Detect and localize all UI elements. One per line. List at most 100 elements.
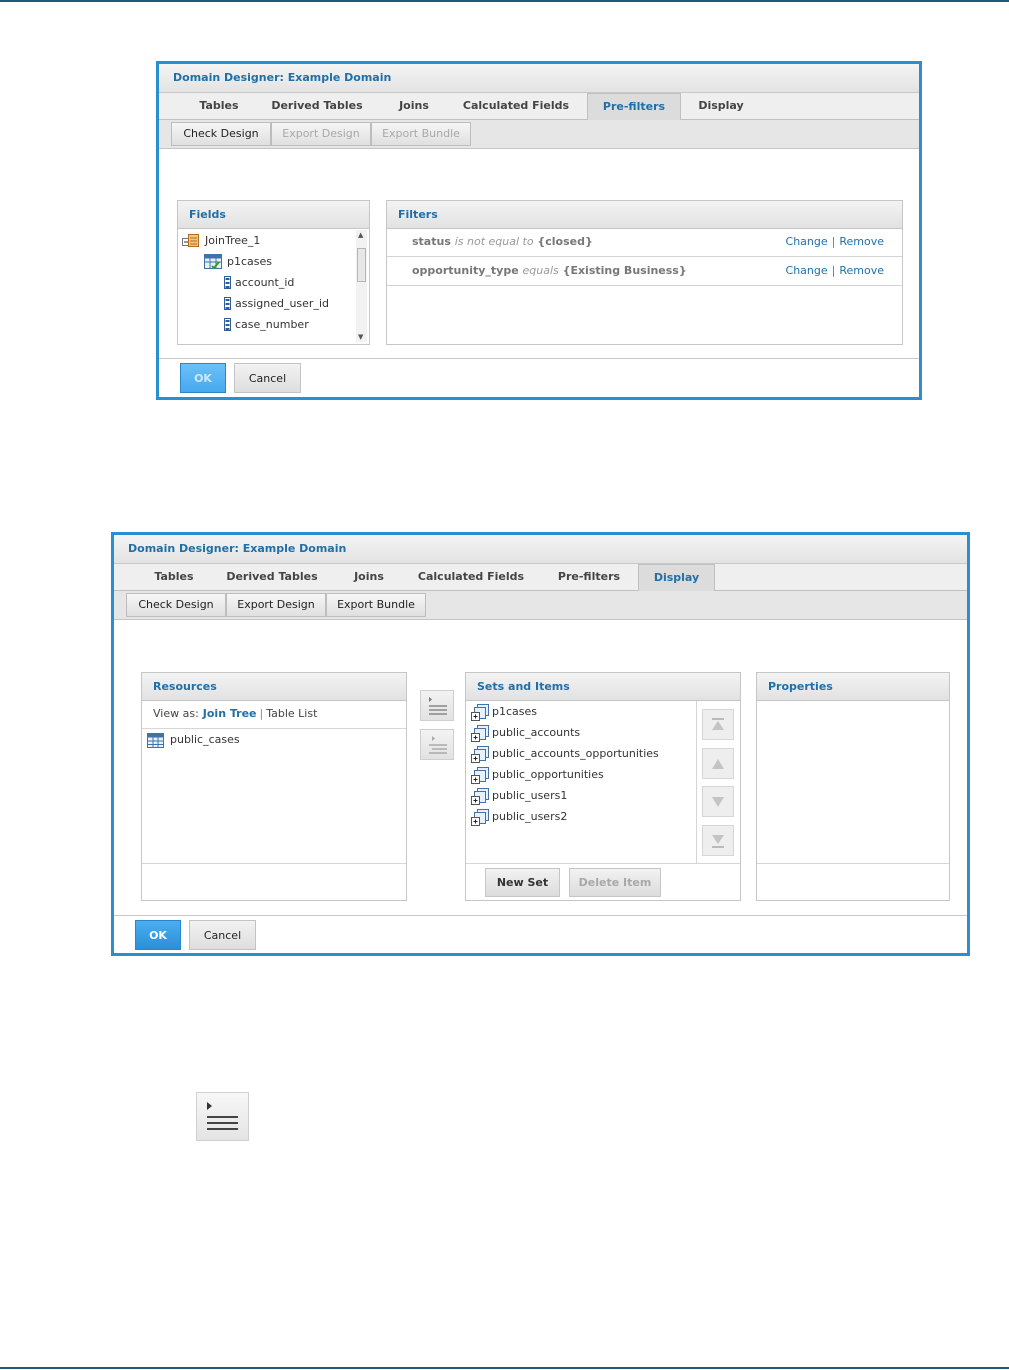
domain-designer-dialog-prefilters: Domain Designer: Example Domain Tables D… xyxy=(156,61,922,400)
tab-tables[interactable]: Tables xyxy=(183,93,255,120)
tree-item-label: p1cases xyxy=(227,255,272,268)
tab-joins[interactable]: Joins xyxy=(336,564,402,591)
move-up-button[interactable] xyxy=(702,748,734,779)
filter-field: status xyxy=(412,235,451,248)
add-to-sets-button[interactable] xyxy=(420,690,454,721)
scroll-up-arrow-icon[interactable]: ▲ xyxy=(358,231,363,239)
filter-expression: status is not equal to {closed} xyxy=(412,229,593,255)
properties-panel-title: Properties xyxy=(757,673,949,701)
tree-item-label: case_number xyxy=(235,318,309,331)
tab-derived-tables[interactable]: Derived Tables xyxy=(214,564,330,591)
expand-set-icon[interactable] xyxy=(471,767,491,785)
move-up-icon xyxy=(712,759,724,769)
set-item-label: public_users2 xyxy=(492,810,568,823)
table-icon xyxy=(147,733,164,748)
scroll-down-arrow-icon[interactable]: ▼ xyxy=(358,333,363,341)
properties-panel: Properties xyxy=(756,672,950,901)
remove-filter-link[interactable]: Remove xyxy=(839,264,884,277)
export-design-button[interactable]: Export Design xyxy=(226,593,326,617)
tab-calculated-fields[interactable]: Calculated Fields xyxy=(453,93,579,120)
export-design-button[interactable]: Export Design xyxy=(271,122,371,146)
expand-set-icon[interactable] xyxy=(471,788,491,806)
cancel-button[interactable]: Cancel xyxy=(189,920,256,950)
tab-display[interactable]: Display xyxy=(638,564,715,592)
tab-calculated-fields[interactable]: Calculated Fields xyxy=(408,564,534,591)
new-set-button[interactable]: New Set xyxy=(485,868,560,897)
move-bottom-icon xyxy=(712,835,724,848)
move-down-icon xyxy=(712,797,724,807)
add-to-set-icon-enlarged xyxy=(196,1092,249,1141)
filter-expression: opportunity_type equals {Existing Busine… xyxy=(412,258,687,284)
export-bundle-button[interactable]: Export Bundle xyxy=(326,593,426,617)
field-icon xyxy=(224,297,231,310)
fields-panel-title: Fields xyxy=(178,201,369,229)
move-top-icon xyxy=(712,718,724,730)
link-separator: | xyxy=(259,707,264,720)
tab-bar: Tables Derived Tables Joins Calculated F… xyxy=(114,564,967,592)
divider xyxy=(142,863,406,864)
tab-pre-filters[interactable]: Pre-filters xyxy=(542,564,636,591)
scrollbar-thumb[interactable] xyxy=(357,248,366,282)
delete-item-button[interactable]: Delete Item xyxy=(569,868,661,897)
move-down-button[interactable] xyxy=(702,786,734,817)
design-toolbar: Check Design Export Design Export Bundle xyxy=(159,120,919,149)
set-item-label: public_accounts xyxy=(492,726,581,739)
footer-divider xyxy=(114,915,967,916)
remove-filter-link[interactable]: Remove xyxy=(839,235,884,248)
add-items-button[interactable] xyxy=(420,729,454,760)
link-separator: | xyxy=(831,264,836,277)
page-top-rule xyxy=(0,0,1009,2)
expand-set-icon[interactable] xyxy=(471,704,491,722)
expand-set-icon[interactable] xyxy=(471,725,491,743)
filter-field: opportunity_type xyxy=(412,264,519,277)
filter-row: opportunity_type equals {Existing Busine… xyxy=(387,258,902,286)
tab-display[interactable]: Display xyxy=(681,93,761,120)
filter-operator: equals xyxy=(522,264,559,277)
divider xyxy=(696,701,697,863)
change-filter-link[interactable]: Change xyxy=(786,264,828,277)
page-bottom-rule xyxy=(0,1367,1009,1369)
tab-bar: Tables Derived Tables Joins Calculated F… xyxy=(159,93,919,121)
filter-value: {Existing Business} xyxy=(562,264,687,277)
filter-actions: Change | Remove xyxy=(786,229,884,255)
fields-panel: Fields JoinTree_1 p1cases account_id ass… xyxy=(177,200,370,345)
field-icon xyxy=(224,318,231,331)
join-tree-link[interactable]: Join Tree xyxy=(203,707,257,720)
resources-panel-title: Resources xyxy=(142,673,406,701)
change-filter-link[interactable]: Change xyxy=(786,235,828,248)
ok-button[interactable]: OK xyxy=(180,363,226,393)
join-tree-icon xyxy=(182,234,199,247)
tree-item-label: JoinTree_1 xyxy=(205,234,261,247)
tab-tables[interactable]: Tables xyxy=(138,564,210,591)
fields-scrollbar[interactable]: ▲ ▼ xyxy=(356,230,367,342)
filters-panel-title: Filters xyxy=(387,201,902,229)
divider xyxy=(757,863,949,864)
design-toolbar: Check Design Export Design Export Bundle xyxy=(114,591,967,620)
sets-and-items-panel: Sets and Items p1cases public_accounts pub… xyxy=(465,672,741,901)
footer-divider xyxy=(159,358,919,359)
dialog-title: Domain Designer: Example Domain xyxy=(159,64,919,93)
tab-pre-filters[interactable]: Pre-filters xyxy=(587,93,681,121)
filter-row: status is not equal to {closed} Change | R… xyxy=(387,229,902,257)
filters-panel: Filters status is not equal to {closed} … xyxy=(386,200,903,345)
link-separator: | xyxy=(831,235,836,248)
move-to-bottom-button[interactable] xyxy=(702,825,734,856)
add-to-set-icon xyxy=(207,1102,238,1130)
check-design-button[interactable]: Check Design xyxy=(171,122,271,146)
indent-items-icon xyxy=(429,736,447,754)
move-to-top-button[interactable] xyxy=(702,709,734,740)
view-as-selector: View as: Join Tree | Table List xyxy=(153,707,317,720)
view-as-label: View as: xyxy=(153,707,199,720)
cancel-button[interactable]: Cancel xyxy=(234,363,301,393)
expand-set-icon[interactable] xyxy=(471,809,491,827)
tab-derived-tables[interactable]: Derived Tables xyxy=(259,93,375,120)
divider xyxy=(142,728,406,729)
expand-set-icon[interactable] xyxy=(471,746,491,764)
export-bundle-button[interactable]: Export Bundle xyxy=(371,122,471,146)
tab-joins[interactable]: Joins xyxy=(381,93,447,120)
sets-panel-title: Sets and Items xyxy=(466,673,740,701)
table-list-link[interactable]: Table List xyxy=(266,707,317,720)
check-design-button[interactable]: Check Design xyxy=(126,593,226,617)
ok-button[interactable]: OK xyxy=(135,920,181,950)
domain-designer-dialog-display: Domain Designer: Example Domain Tables D… xyxy=(111,532,970,956)
